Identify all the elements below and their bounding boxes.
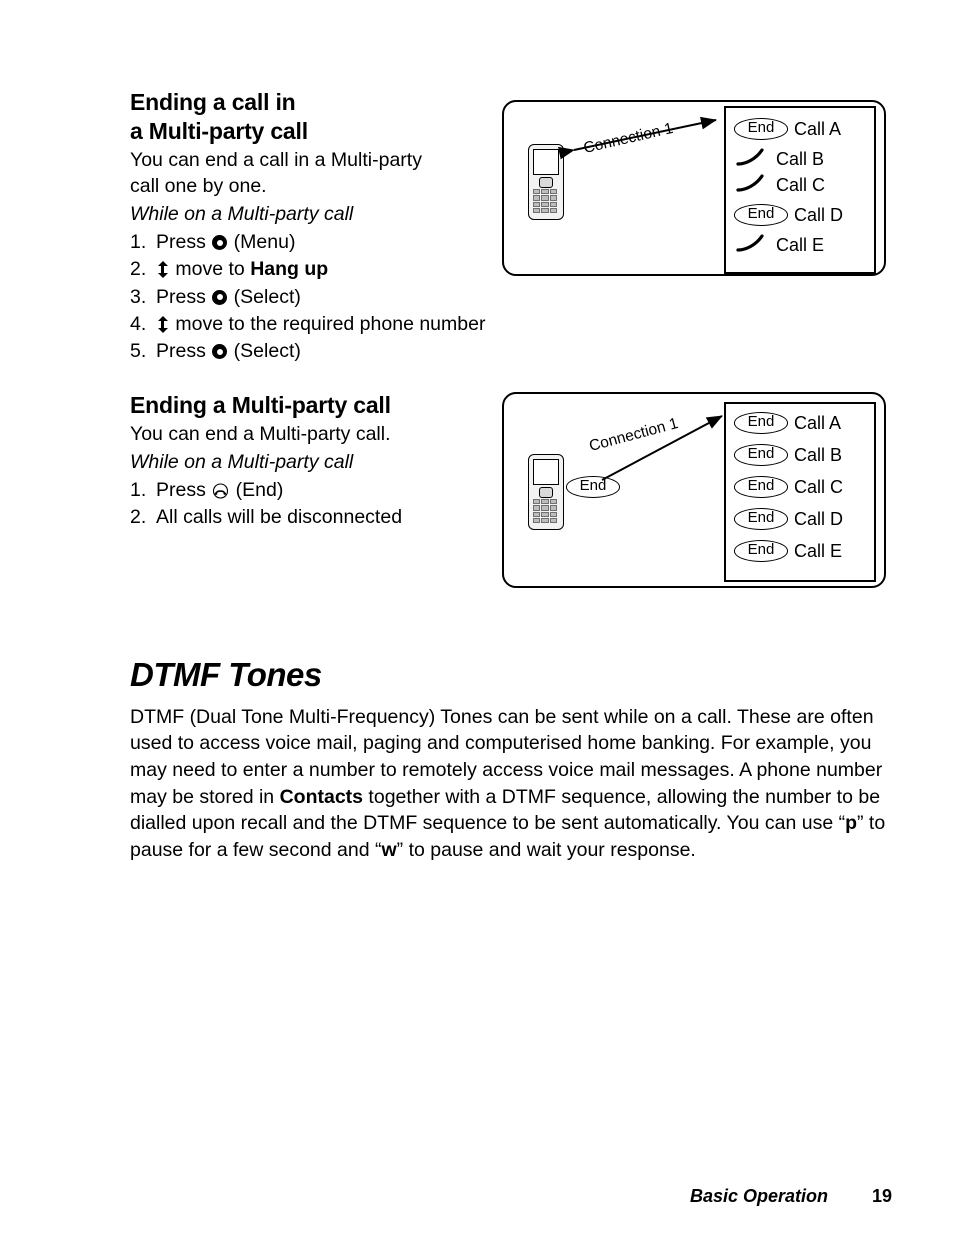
select-key-icon	[212, 235, 228, 251]
call-label: Call E	[794, 540, 843, 561]
end-badge: End	[734, 540, 788, 562]
step-text-post: (End)	[230, 478, 284, 501]
step-number: 2.	[130, 258, 147, 281]
step-text-pre: Press	[156, 478, 212, 501]
step-text-pre: move to	[170, 258, 251, 281]
step-text-pre: Press	[156, 285, 212, 308]
step-text-pre: All calls will be disconnected	[156, 506, 403, 528]
step-text-pre: Press	[156, 231, 212, 254]
call-label: Call C	[794, 476, 844, 497]
call-label: Call C	[776, 174, 826, 195]
call-label: Call D	[794, 204, 844, 225]
navigation-key-icon	[157, 316, 168, 334]
call-row: End Call E	[734, 540, 842, 562]
call-row: End Call A	[734, 118, 841, 140]
step-text: move to the required phone number	[156, 311, 490, 338]
dtmf-paragraph: DTMF (Dual Tone Multi-Frequency) Tones c…	[130, 704, 892, 864]
page-number: 19	[871, 1186, 892, 1206]
call-row: End Call D	[734, 508, 843, 530]
section-1-heading-line-2: a Multi-party call	[130, 118, 308, 145]
call-row: End Call C	[734, 476, 843, 498]
end-badge: End	[734, 508, 788, 530]
step-text: Press (Select)	[156, 338, 490, 365]
step-text-pre: Press	[156, 340, 212, 363]
step-text: All calls will be disconnected	[156, 504, 490, 531]
call-row: Call C	[734, 173, 826, 198]
step-text-post: (Menu)	[228, 231, 296, 254]
dtmf-title: DTMF Tones	[130, 656, 322, 694]
call-row: End Call B	[734, 444, 842, 466]
step-number: 4.	[130, 313, 147, 336]
step-text-post: (Select)	[228, 285, 301, 308]
list-item: 2. move to Hang up	[130, 256, 490, 283]
call-label: Call A	[794, 412, 842, 433]
footer-section-label: Basic Operation	[689, 1186, 828, 1206]
section-1-intro-line-1: You can end a call in a Multi-party	[130, 149, 422, 172]
dtmf-bold-contacts: Contacts	[279, 785, 364, 808]
section-1-intro-line-2: call one by one.	[130, 175, 267, 198]
step-number: 3.	[130, 285, 147, 308]
list-item: 2. All calls will be disconnected	[130, 504, 490, 531]
call-label: Call A	[794, 118, 842, 139]
dtmf-part-4: ” to pause and wait your response.	[396, 839, 696, 862]
page: Ending a call in a Multi-party call You …	[0, 0, 954, 1245]
list-item: 1. Press (End)	[130, 477, 490, 504]
end-badge: End	[734, 412, 788, 434]
call-row: Call E	[734, 233, 825, 258]
section-2-intro: You can end a Multi-party call.	[130, 422, 391, 445]
figure-2-call-list: End Call A End Call B End Call C End Cal…	[724, 402, 876, 582]
call-label: Call B	[794, 444, 843, 465]
end-call-key-icon	[212, 483, 229, 499]
list-item: 3. Press (Select)	[130, 284, 490, 311]
end-badge: End	[734, 118, 788, 140]
step-text: move to Hang up	[156, 256, 490, 283]
curve-connector-icon	[734, 233, 770, 258]
section-1-heading: Ending a call in a Multi-party call	[130, 88, 490, 146]
figure-ending-multiparty-diagram: End Connection 1 End Call A End Call B E…	[502, 392, 886, 588]
dtmf-bold-p: p	[845, 812, 857, 835]
step-number: 1.	[130, 231, 147, 254]
call-label: Call E	[776, 234, 825, 255]
call-row: End Call D	[734, 204, 843, 226]
list-item: 1. Press (Menu)	[130, 229, 490, 256]
figure-ending-one-call-diagram: Connection 1 End Call A	[502, 100, 886, 276]
select-key-icon	[212, 344, 228, 360]
step-text: Press (End)	[156, 477, 490, 504]
step-text-pre: move to the required phone number	[170, 313, 486, 336]
end-badge: End	[734, 476, 788, 498]
step-text-bold: Hang up	[250, 258, 329, 281]
call-label: Call B	[776, 148, 825, 169]
section-1-steps: 1. Press (Menu) 2. move to Hang up 3. Pr…	[130, 229, 490, 365]
list-item: 5. Press (Select)	[130, 338, 490, 365]
page-footer: Basic Operation 19	[130, 1186, 892, 1207]
section-1-intro: You can end a call in a Multi-party call…	[130, 148, 490, 200]
left-text-column: Ending a call in a Multi-party call You …	[130, 88, 490, 531]
navigation-key-icon	[157, 261, 168, 279]
list-item: 4. move to the required phone number	[130, 311, 490, 338]
step-number: 2.	[130, 506, 147, 528]
step-number: 5.	[130, 340, 147, 363]
step-text: Press (Select)	[156, 284, 490, 311]
step-text: Press (Menu)	[156, 229, 490, 256]
select-key-icon	[212, 289, 228, 305]
call-row: End Call A	[734, 412, 841, 434]
section-2-heading: Ending a Multi-party call	[130, 391, 391, 418]
end-badge: End	[734, 204, 788, 226]
dtmf-bold-w: w	[381, 839, 397, 862]
figure-1-call-list: End Call A Call B Call C End Call D Call…	[724, 106, 876, 274]
section-2-condition: While on a Multi-party call	[130, 450, 354, 473]
section-1-heading-line-1: Ending a call in	[130, 89, 296, 115]
call-row: Call B	[734, 147, 825, 172]
section-2-steps: 1. Press (End) 2. All calls will be disc…	[130, 477, 490, 532]
call-label: Call D	[794, 508, 844, 529]
section-1-condition: While on a Multi-party call	[130, 203, 354, 226]
step-text-post: (Select)	[228, 340, 301, 363]
curve-connector-icon	[734, 173, 770, 198]
curve-connector-icon	[734, 147, 770, 172]
end-badge: End	[734, 444, 788, 466]
step-number: 1.	[130, 478, 147, 501]
